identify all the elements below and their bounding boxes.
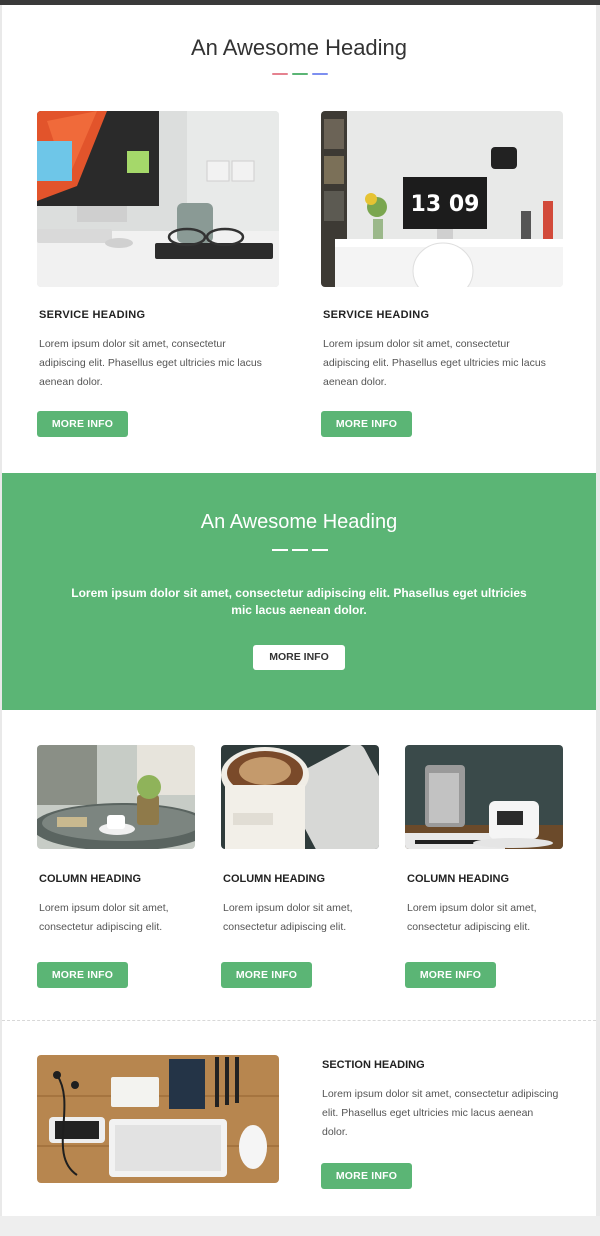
column-heading: COLUMN HEADING bbox=[407, 873, 510, 885]
feature-section: SECTION HEADING Lorem ipsum dolor sit am… bbox=[2, 1035, 596, 1216]
more-info-button[interactable]: MORE INFO bbox=[321, 1163, 412, 1189]
email-template: An Awesome Heading SERVICE HEADING Lorem… bbox=[2, 5, 596, 1216]
service-card: SERVICE HEADING Lorem ipsum dolor sit am… bbox=[37, 111, 279, 441]
column-image bbox=[405, 745, 563, 849]
highlight-heading: An Awesome Heading bbox=[200, 511, 398, 533]
service-image: 13 09 bbox=[321, 111, 563, 287]
more-info-button[interactable]: MORE INFO bbox=[37, 411, 128, 437]
clock-display: 13 09 bbox=[411, 192, 480, 217]
service-image bbox=[37, 111, 279, 287]
divider-line bbox=[312, 549, 328, 551]
more-info-button[interactable]: MORE INFO bbox=[321, 411, 412, 437]
highlight-section: An Awesome Heading Lorem ipsum dolor sit… bbox=[2, 473, 596, 710]
column-text: Lorem ipsum dolor sit amet, consectetur … bbox=[407, 902, 537, 933]
service-heading: SERVICE HEADING bbox=[39, 309, 146, 321]
divider-blue bbox=[312, 73, 328, 75]
more-info-button[interactable]: MORE INFO bbox=[37, 962, 128, 988]
footer-strip bbox=[0, 1216, 600, 1236]
section-separator bbox=[2, 1020, 596, 1021]
column-card: COLUMN HEADING Lorem ipsum dolor sit ame… bbox=[405, 745, 565, 995]
more-info-button[interactable]: MORE INFO bbox=[221, 962, 312, 988]
divider-line bbox=[272, 549, 288, 551]
service-heading: SERVICE HEADING bbox=[323, 309, 430, 321]
divider-line bbox=[292, 549, 308, 551]
more-info-button[interactable]: MORE INFO bbox=[253, 645, 345, 670]
section-text: Lorem ipsum dolor sit amet, consectetur … bbox=[322, 1088, 559, 1138]
section-heading: An Awesome Heading bbox=[190, 35, 408, 60]
column-heading: COLUMN HEADING bbox=[39, 873, 142, 885]
column-text: Lorem ipsum dolor sit amet, consectetur … bbox=[223, 902, 353, 933]
column-image bbox=[37, 745, 195, 849]
service-text: Lorem ipsum dolor sit amet, consectetur … bbox=[39, 338, 262, 388]
column-card: COLUMN HEADING Lorem ipsum dolor sit ame… bbox=[221, 745, 381, 995]
divider-red bbox=[272, 73, 288, 75]
column-card: COLUMN HEADING Lorem ipsum dolor sit ame… bbox=[37, 745, 197, 995]
service-card: 13 09 SERVICE HEADING Lorem ipsum dolor … bbox=[321, 111, 563, 441]
section-heading: SECTION HEADING bbox=[322, 1059, 425, 1071]
more-info-button[interactable]: MORE INFO bbox=[405, 962, 496, 988]
service-text: Lorem ipsum dolor sit amet, consectetur … bbox=[323, 338, 546, 388]
highlight-text: Lorem ipsum dolor sit amet, consectetur … bbox=[71, 586, 527, 617]
section-image bbox=[37, 1055, 279, 1183]
divider-green bbox=[292, 73, 308, 75]
heading-divider bbox=[272, 73, 328, 76]
column-text: Lorem ipsum dolor sit amet, consectetur … bbox=[39, 902, 169, 933]
highlight-divider bbox=[272, 549, 328, 551]
columns-section: COLUMN HEADING Lorem ipsum dolor sit ame… bbox=[2, 710, 596, 1020]
column-image bbox=[221, 745, 379, 849]
column-heading: COLUMN HEADING bbox=[223, 873, 326, 885]
services-section: An Awesome Heading SERVICE HEADING Lorem… bbox=[2, 5, 596, 473]
